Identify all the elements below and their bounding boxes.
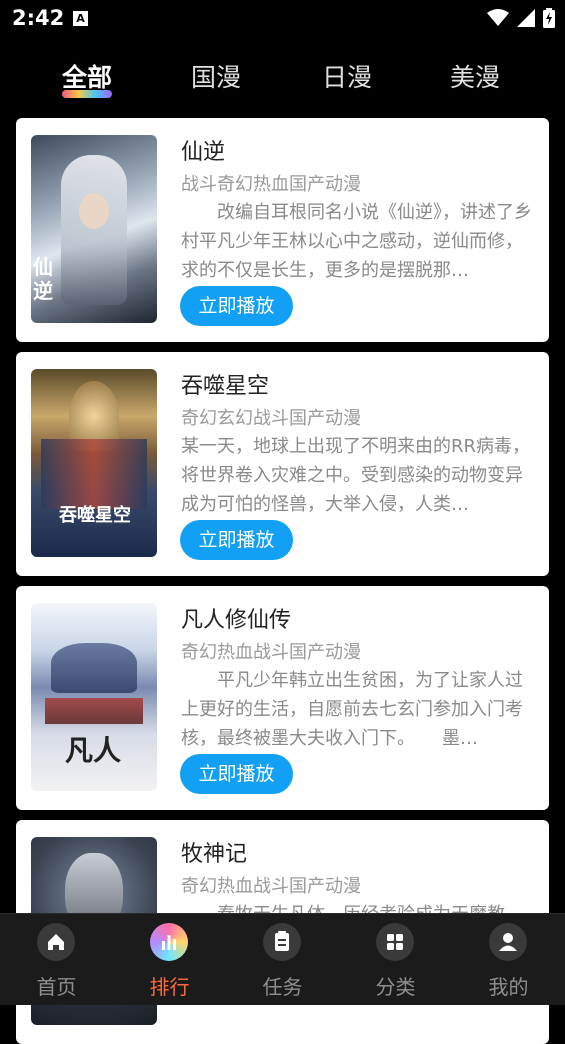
- anime-title[interactable]: 吞噬星空: [181, 368, 269, 400]
- category-icon: [376, 923, 414, 961]
- tab-meiman-label: 美漫: [450, 63, 501, 92]
- nav-tasks-label: 任务: [262, 975, 303, 999]
- tab-all-label: 全部: [62, 63, 113, 92]
- poster-title-text: 凡人: [64, 734, 121, 767]
- wifi-icon: [487, 9, 509, 26]
- tab-meiman[interactable]: 美漫: [450, 58, 500, 94]
- nav-home[interactable]: 首页: [0, 914, 113, 1005]
- tab-guoman[interactable]: 国漫: [191, 58, 241, 94]
- poster-image[interactable]: 吞噬星空: [31, 369, 157, 557]
- poster-title-text: 吞噬星空: [59, 505, 131, 526]
- anime-genre: 奇幻热血战斗国产动漫: [181, 642, 361, 663]
- tab-riman-label: 日漫: [322, 63, 373, 92]
- poster-title-text: 仙逆: [33, 255, 53, 303]
- nav-ranking-label: 排行: [149, 975, 190, 999]
- notification-a-icon: A: [73, 11, 88, 26]
- anime-genre: 奇幻热血战斗国产动漫: [181, 876, 361, 897]
- status-icons: [487, 8, 555, 28]
- battery-icon: [543, 8, 555, 28]
- profile-icon: [489, 923, 527, 961]
- tab-riman[interactable]: 日漫: [322, 58, 372, 94]
- anime-card[interactable]: 仙逆 仙逆 战斗奇幻热血国产动漫 改编自耳根同名小说《仙逆》，讲述了乡村平凡少年…: [16, 118, 549, 342]
- nav-ranking[interactable]: 排行: [113, 914, 226, 1005]
- nav-tasks[interactable]: 任务: [226, 914, 339, 1005]
- nav-home-label: 首页: [36, 975, 77, 999]
- poster-image[interactable]: 仙逆: [31, 135, 157, 323]
- anime-title[interactable]: 仙逆: [181, 134, 225, 166]
- play-now-button[interactable]: 立即播放: [180, 754, 293, 794]
- anime-description: 改编自耳根同名小说《仙逆》，讲述了乡村平凡少年王林以心中之感动，逆仙而修，求的不…: [181, 202, 532, 281]
- bottom-navigation: 首页 排行 任务 分类 我的: [0, 913, 565, 1005]
- poster-image[interactable]: 凡人: [31, 603, 157, 791]
- anime-card[interactable]: 吞噬星空 吞噬星空 奇幻玄幻战斗国产动漫 某一天，地球上出现了不明来由的RR病毒…: [16, 352, 549, 576]
- ranking-icon: [150, 923, 188, 961]
- category-tabs: 全部 国漫 日漫 美漫: [0, 50, 565, 106]
- home-icon: [37, 923, 75, 961]
- status-time: 2:42: [12, 6, 65, 30]
- nav-category[interactable]: 分类: [339, 914, 452, 1005]
- anime-title[interactable]: 牧神记: [181, 836, 247, 868]
- play-now-button[interactable]: 立即播放: [180, 286, 293, 326]
- status-bar: 2:42 A: [0, 0, 565, 38]
- signal-icon: [517, 9, 535, 27]
- tab-all[interactable]: 全部: [62, 58, 113, 98]
- nav-profile-label: 我的: [488, 975, 529, 999]
- anime-description: 某一天，地球上出现了不明来由的RR病毒，将世界卷入灾难之中。受到感染的动物变异成…: [181, 436, 531, 515]
- anime-genre: 战斗奇幻热血国产动漫: [181, 174, 361, 195]
- nav-category-label: 分类: [375, 975, 416, 999]
- anime-card[interactable]: 凡人 凡人修仙传 奇幻热血战斗国产动漫 平凡少年韩立出生贫困，为了让家人过上更好…: [16, 586, 549, 810]
- tab-guoman-label: 国漫: [191, 63, 242, 92]
- task-icon: [263, 923, 301, 961]
- anime-title[interactable]: 凡人修仙传: [181, 602, 291, 634]
- nav-profile[interactable]: 我的: [452, 914, 565, 1005]
- anime-description: 平凡少年韩立出生贫困，为了让家人过上更好的生活，自愿前去七玄门参加入门考核，最终…: [181, 670, 523, 749]
- anime-genre: 奇幻玄幻战斗国产动漫: [181, 408, 361, 429]
- play-now-button[interactable]: 立即播放: [180, 520, 293, 560]
